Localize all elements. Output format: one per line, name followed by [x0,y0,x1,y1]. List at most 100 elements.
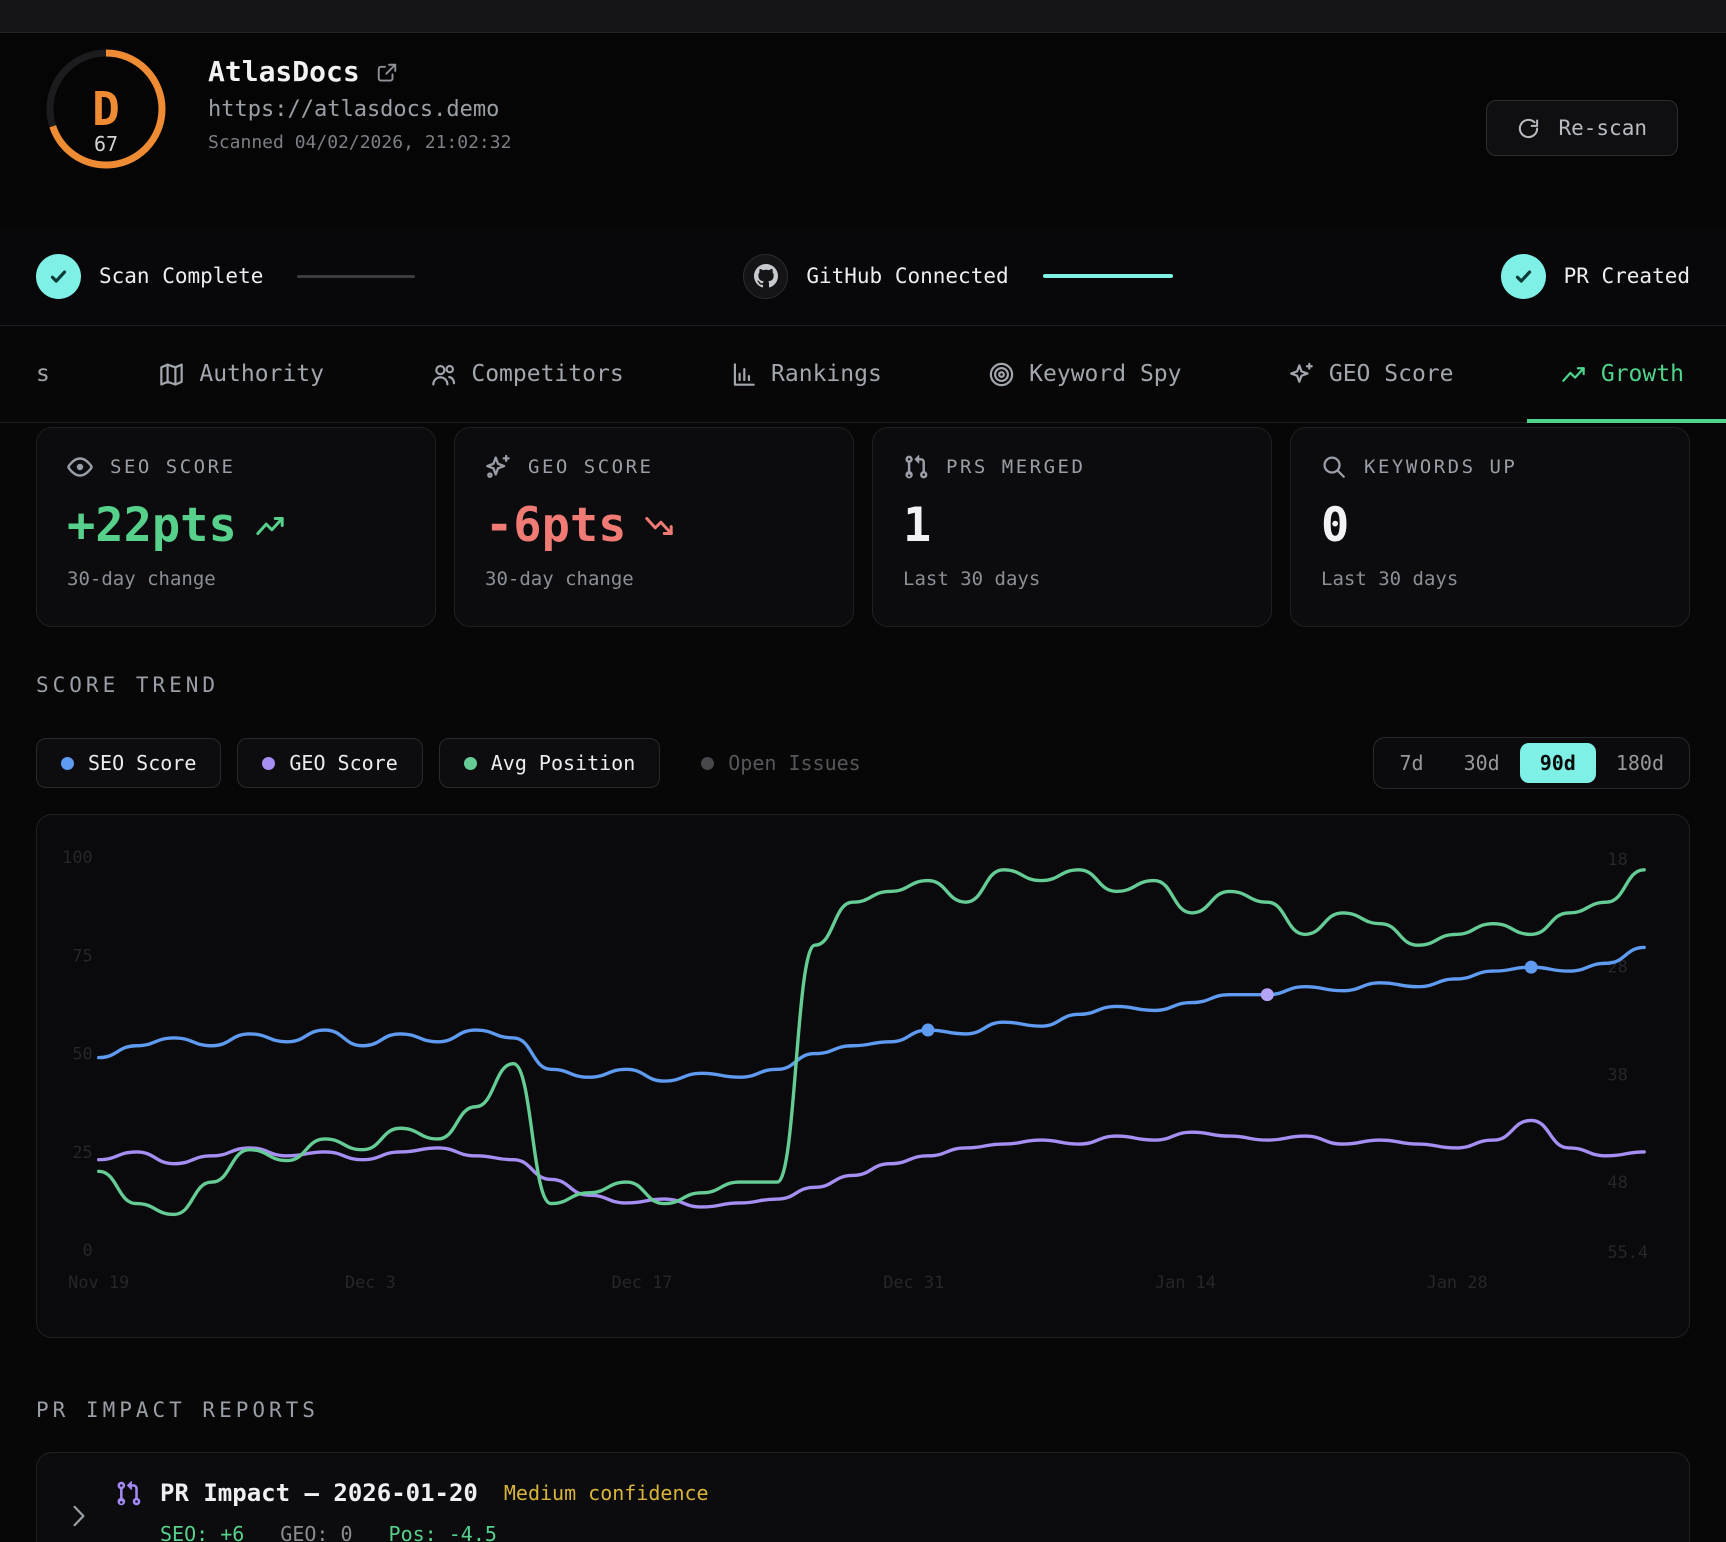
legend-row: SEO Score GEO Score Avg Position Open Is… [36,737,1690,789]
pr-metric-geo: GEO: 0 [280,1522,352,1542]
stat-card-prs-merged: PRS MERGED 1 Last 30 days [872,427,1272,627]
trend-down-icon [644,511,674,541]
pr-metrics: SEO: +6 GEO: 0 Pos: -4.5 [160,1522,709,1542]
stat-card-seo-score: SEO SCORE +22pts 30-day change [36,427,436,627]
range-90d[interactable]: 90d [1520,743,1596,783]
range-7d[interactable]: 7d [1379,743,1443,783]
step-label: Scan Complete [99,264,263,288]
github-icon [743,254,788,299]
tab-bar: s Authority Competitors Rankings Keyword… [0,326,1726,423]
tab-rankings[interactable]: Rankings [725,326,888,422]
bar-chart-icon [731,362,756,387]
tab-partial[interactable]: s [36,326,58,422]
eye-icon [67,454,93,480]
refresh-icon [1517,117,1540,140]
rescan-label: Re-scan [1558,116,1647,140]
svg-text:18: 18 [1607,849,1627,869]
step-label: PR Created [1564,264,1690,288]
step-scan-complete: Scan Complete [36,254,263,299]
tab-label: Rankings [771,361,882,387]
legend-chip-avg-position[interactable]: Avg Position [439,738,661,788]
grade-letter: D [92,82,120,136]
tab-label: Authority [199,361,324,387]
site-header: D 67 AtlasDocs https://atlasdocs.demo Sc… [0,33,1726,227]
legend-chip-geo-score[interactable]: GEO Score [237,738,422,788]
sparkle-icon [485,454,511,480]
stat-value: -6pts [485,500,823,552]
series-dot [701,757,714,770]
tab-authority[interactable]: Authority [153,326,330,422]
tab-label: s [36,361,50,387]
stat-card-keywords-up: KEYWORDS UP 0 Last 30 days [1290,427,1690,627]
step-pr-created: PR Created [1501,254,1690,299]
stat-value: +22pts [67,500,405,552]
legend-label: Avg Position [491,751,636,775]
status-pipeline: Scan Complete GitHub Connected PR Create… [0,227,1726,326]
svg-text:55.4: 55.4 [1607,1242,1648,1262]
sparkle-icon [1289,362,1314,387]
pipeline-connector-active [1043,274,1173,278]
svg-text:Dec 17: Dec 17 [612,1272,673,1292]
rescan-button[interactable]: Re-scan [1486,100,1678,156]
series-dot [262,757,275,770]
range-180d[interactable]: 180d [1596,743,1684,783]
top-strip [0,0,1726,33]
stat-sub: Last 30 days [1321,568,1659,590]
tab-label: Growth [1601,361,1684,387]
stat-sub: 30-day change [67,568,405,590]
stat-sub: Last 30 days [903,568,1241,590]
scan-timestamp: Scanned 04/02/2026, 21:02:32 [208,132,511,153]
target-icon [989,362,1014,387]
pr-impact-row[interactable]: PR Impact — 2026-01-20 Medium confidence… [36,1452,1690,1542]
range-30d[interactable]: 30d [1444,743,1520,783]
chevron-right-icon[interactable] [71,1505,87,1527]
series-dot [61,757,74,770]
external-link-icon[interactable] [376,62,398,84]
stat-cards: SEO SCORE +22pts 30-day change GEO SCORE… [36,427,1690,627]
check-icon [36,254,81,299]
tab-geo-score[interactable]: GEO Score [1283,326,1460,422]
site-url: https://atlasdocs.demo [208,97,511,122]
legend-chip-open-issues[interactable]: Open Issues [676,738,885,788]
svg-text:75: 75 [72,945,92,965]
page-title: AtlasDocs [208,55,360,88]
legend-label: GEO Score [289,751,397,775]
tab-competitors[interactable]: Competitors [425,326,629,422]
score-trend-title: SCORE TREND [36,673,1690,699]
check-icon [1501,254,1546,299]
score-ring: D 67 [42,45,170,173]
trend-chart-svg: 10075502501828384855.4Nov 19Dec 3Dec 17D… [37,815,1689,1337]
svg-text:Dec 31: Dec 31 [883,1272,944,1292]
score-number: 67 [94,132,118,156]
legend-chip-seo-score[interactable]: SEO Score [36,738,221,788]
pipeline-connector [297,275,415,278]
git-pull-request-icon [903,454,929,480]
pr-confidence-badge: Medium confidence [504,1481,709,1505]
legend-label: SEO Score [88,751,196,775]
svg-text:100: 100 [62,847,93,867]
pr-reports-title: PR IMPACT REPORTS [36,1398,1690,1424]
stat-sub: 30-day change [485,568,823,590]
tab-growth[interactable]: Growth [1555,326,1690,422]
search-icon [1321,454,1347,480]
pr-title: PR Impact — 2026-01-20 [160,1479,478,1507]
svg-text:Nov 19: Nov 19 [68,1272,129,1292]
svg-text:Dec 3: Dec 3 [345,1272,396,1292]
tab-keyword-spy[interactable]: Keyword Spy [983,326,1187,422]
stat-card-geo-score: GEO SCORE -6pts 30-day change [454,427,854,627]
stat-label: SEO SCORE [110,456,235,478]
trend-up-icon [255,511,285,541]
stat-value: 1 [903,500,1241,552]
series-dot [464,757,477,770]
people-icon [431,362,456,387]
svg-text:25: 25 [72,1142,92,1162]
svg-text:48: 48 [1607,1172,1627,1192]
pr-metric-seo: SEO: +6 [160,1522,244,1542]
stat-value: 0 [1321,500,1659,552]
tab-label: Keyword Spy [1029,361,1181,387]
git-pull-request-icon [115,1480,142,1507]
svg-text:50: 50 [72,1044,92,1064]
pr-metric-pos: Pos: -4.5 [389,1522,497,1542]
trend-chart-panel: 10075502501828384855.4Nov 19Dec 3Dec 17D… [36,814,1690,1338]
tab-label: GEO Score [1329,361,1454,387]
